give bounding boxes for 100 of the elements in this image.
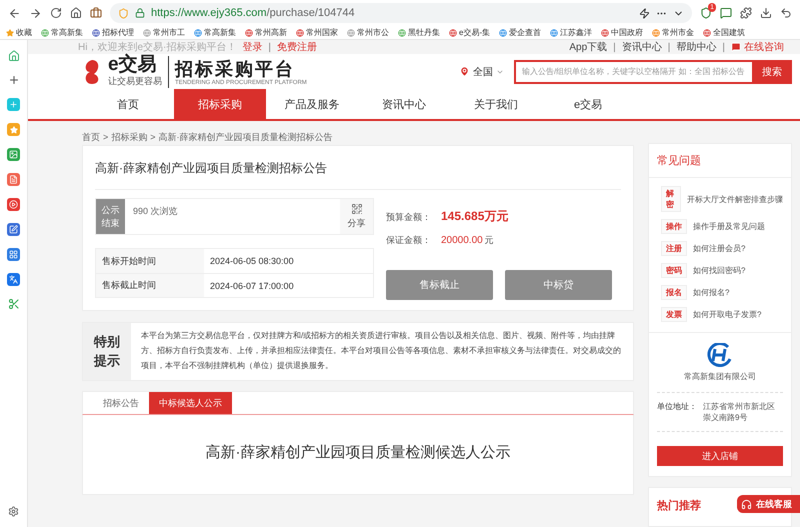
home-icon[interactable] xyxy=(70,7,82,19)
globe-icon xyxy=(449,28,457,36)
breadcrumb-separator: > xyxy=(150,132,156,142)
deposit-unit: 元 xyxy=(484,234,494,247)
plus-tile-icon[interactable] xyxy=(7,98,20,111)
top-link[interactable]: 帮助中心 xyxy=(670,40,722,54)
bookmark[interactable]: 江苏鑫洋 xyxy=(550,27,592,38)
briefcase-icon[interactable] xyxy=(90,7,102,19)
bookmark[interactable]: 常高新集 xyxy=(41,27,83,38)
faq-link[interactable]: 开标大厅文件解密排查步骤 xyxy=(687,194,783,204)
breadcrumb-separator: > xyxy=(103,132,108,142)
chat-button[interactable]: 在线客服 xyxy=(737,495,800,513)
platform-title: 招标采购平台 xyxy=(175,58,296,80)
reload-icon[interactable] xyxy=(50,7,62,19)
location-pin-icon xyxy=(459,66,470,77)
bookmark[interactable]: 常州市金 xyxy=(652,27,694,38)
nav-tab[interactable]: 资讯中心 xyxy=(358,89,450,119)
table-value: 2024-06-05 08:30:00 xyxy=(209,255,295,268)
breadcrumb-link[interactable]: 首页 xyxy=(82,130,100,144)
add-icon[interactable] xyxy=(8,74,20,86)
nav-tab[interactable]: 关于我们 xyxy=(450,89,542,119)
bookmark[interactable]: 招标代理 xyxy=(92,27,134,38)
translate-tile-icon[interactable] xyxy=(7,273,20,286)
scissors-icon[interactable] xyxy=(8,298,20,310)
star-tile-icon[interactable] xyxy=(7,123,20,136)
top-link[interactable]: App下载 xyxy=(563,40,614,54)
breadcrumb-link[interactable]: 招标采购 xyxy=(111,130,148,144)
login-link[interactable]: 登录 xyxy=(236,40,268,54)
bookmark[interactable]: 常州高新 xyxy=(245,27,287,38)
faq-tag: 密码 xyxy=(661,263,687,278)
faq-link[interactable]: 操作手册及常见问题 xyxy=(693,221,765,232)
puzzle-icon[interactable] xyxy=(740,7,752,19)
top-link[interactable]: 资讯中心 xyxy=(616,40,668,54)
bookmark[interactable]: 全国建筑 xyxy=(703,27,746,38)
address-bar[interactable]: https://www.ejy365.com/purchase/104744 xyxy=(110,3,692,23)
separator: | xyxy=(613,42,616,52)
download-icon[interactable] xyxy=(760,7,772,19)
qr-code-icon xyxy=(350,203,362,215)
faq-tag: 操作 xyxy=(661,219,687,234)
back-icon[interactable] xyxy=(8,6,21,20)
separator: | xyxy=(268,42,271,52)
bookmark[interactable]: 黑牡丹集 xyxy=(398,27,440,38)
faq-link[interactable]: 如何注册会员? xyxy=(693,243,746,254)
globe-icon xyxy=(601,28,610,36)
chat-extension-icon[interactable] xyxy=(720,7,732,19)
globe-icon xyxy=(92,28,100,36)
globe-icon xyxy=(347,28,355,36)
nav-tab[interactable]: 首页 xyxy=(82,89,174,119)
faq-tag: 注册 xyxy=(661,241,687,256)
bookmark[interactable]: 常州市工 xyxy=(143,27,185,38)
nav-tab[interactable]: e交易 xyxy=(542,89,634,119)
tab[interactable]: 中标候选人公示 xyxy=(149,392,232,414)
globe-icon xyxy=(652,28,660,36)
greeting-text: Hi，欢迎来到e交易·招标采购平台！ xyxy=(78,40,236,54)
table-label: 售标开始时间 xyxy=(96,249,204,273)
share-button[interactable]: 分享 xyxy=(340,199,373,234)
search-button[interactable]: 搜索 xyxy=(752,60,792,84)
bookmark[interactable]: e交易-集 xyxy=(449,27,490,38)
faq-tag: 发票 xyxy=(661,307,687,322)
globe-icon xyxy=(296,28,304,36)
register-link[interactable]: 免费注册 xyxy=(270,40,323,54)
nav-tab[interactable]: 招标采购 xyxy=(174,89,266,119)
bookmark[interactable]: 中国政府 xyxy=(601,27,644,38)
globe-icon xyxy=(245,28,253,36)
faq-link[interactable]: 如何找回密码? xyxy=(693,265,746,276)
pdf-tile-icon[interactable] xyxy=(7,173,20,186)
deposit-label: 保证金额： xyxy=(386,234,431,247)
search-field[interactable]: 输入公告/组织单位名称，关键字以空格隔开 如：全国 招标公告 搜索 xyxy=(514,60,792,84)
headset-icon xyxy=(741,498,752,510)
faq-tag: 解密 xyxy=(661,186,681,212)
bookmark[interactable]: 常州市公 xyxy=(347,27,389,38)
settings-icon[interactable] xyxy=(8,506,19,517)
lightning-icon[interactable] xyxy=(639,8,650,18)
play-tile-icon[interactable] xyxy=(7,198,20,211)
consult-link[interactable]: 在线咨询 xyxy=(725,40,790,54)
separator: | xyxy=(668,42,670,52)
document-tile-icon[interactable] xyxy=(7,248,20,261)
bookmark[interactable]: 爱企查首 xyxy=(499,27,542,38)
pen-tile-icon[interactable] xyxy=(7,223,20,236)
shop-button[interactable]: 进入店铺 xyxy=(657,446,783,466)
bookmark[interactable]: 常高新集 xyxy=(194,27,236,38)
image-tile-icon[interactable] xyxy=(7,148,20,161)
star-icon xyxy=(6,28,14,36)
status-label: 公示结束 xyxy=(96,199,125,234)
region-selector[interactable]: 全国 xyxy=(459,64,504,78)
faq-link[interactable]: 如何开取电子发票? xyxy=(693,309,762,320)
breadcrumb-link[interactable]: 高新·薛家精创产业园项目质量检测招标公告 xyxy=(158,130,333,144)
tab[interactable]: 招标公告 xyxy=(93,392,149,414)
undo-icon[interactable] xyxy=(780,7,792,19)
bookmark[interactable]: 常州国家 xyxy=(296,27,338,38)
logo-slogan: 让交易更容易 xyxy=(108,75,162,88)
forward-icon[interactable] xyxy=(29,6,42,20)
deposit-amount: 20000.00 xyxy=(441,235,483,246)
faq-link[interactable]: 如何报名? xyxy=(693,287,730,298)
bookmark[interactable]: 收藏 xyxy=(6,27,32,38)
globe-icon xyxy=(550,28,558,36)
nav-tab[interactable]: 产品及服务 xyxy=(266,89,358,119)
globe-icon xyxy=(194,28,202,36)
faq-tag: 报名 xyxy=(661,285,687,300)
disclaimer-text: 本平台为第三方交易信息平台，仅对挂牌方和/或招标方的相关资质进行审核。项目公告以及相关信息、图片、视频、附件等，均由挂牌方、招标方自行负责发布、上传，并承担相应法律责任。本平台对项目公告等各项信息、素材不承担审核义务与法律责任。对交易成交的项目，本平台不强制挂牌机构（单位）提供退换服务。 xyxy=(140,330,622,372)
